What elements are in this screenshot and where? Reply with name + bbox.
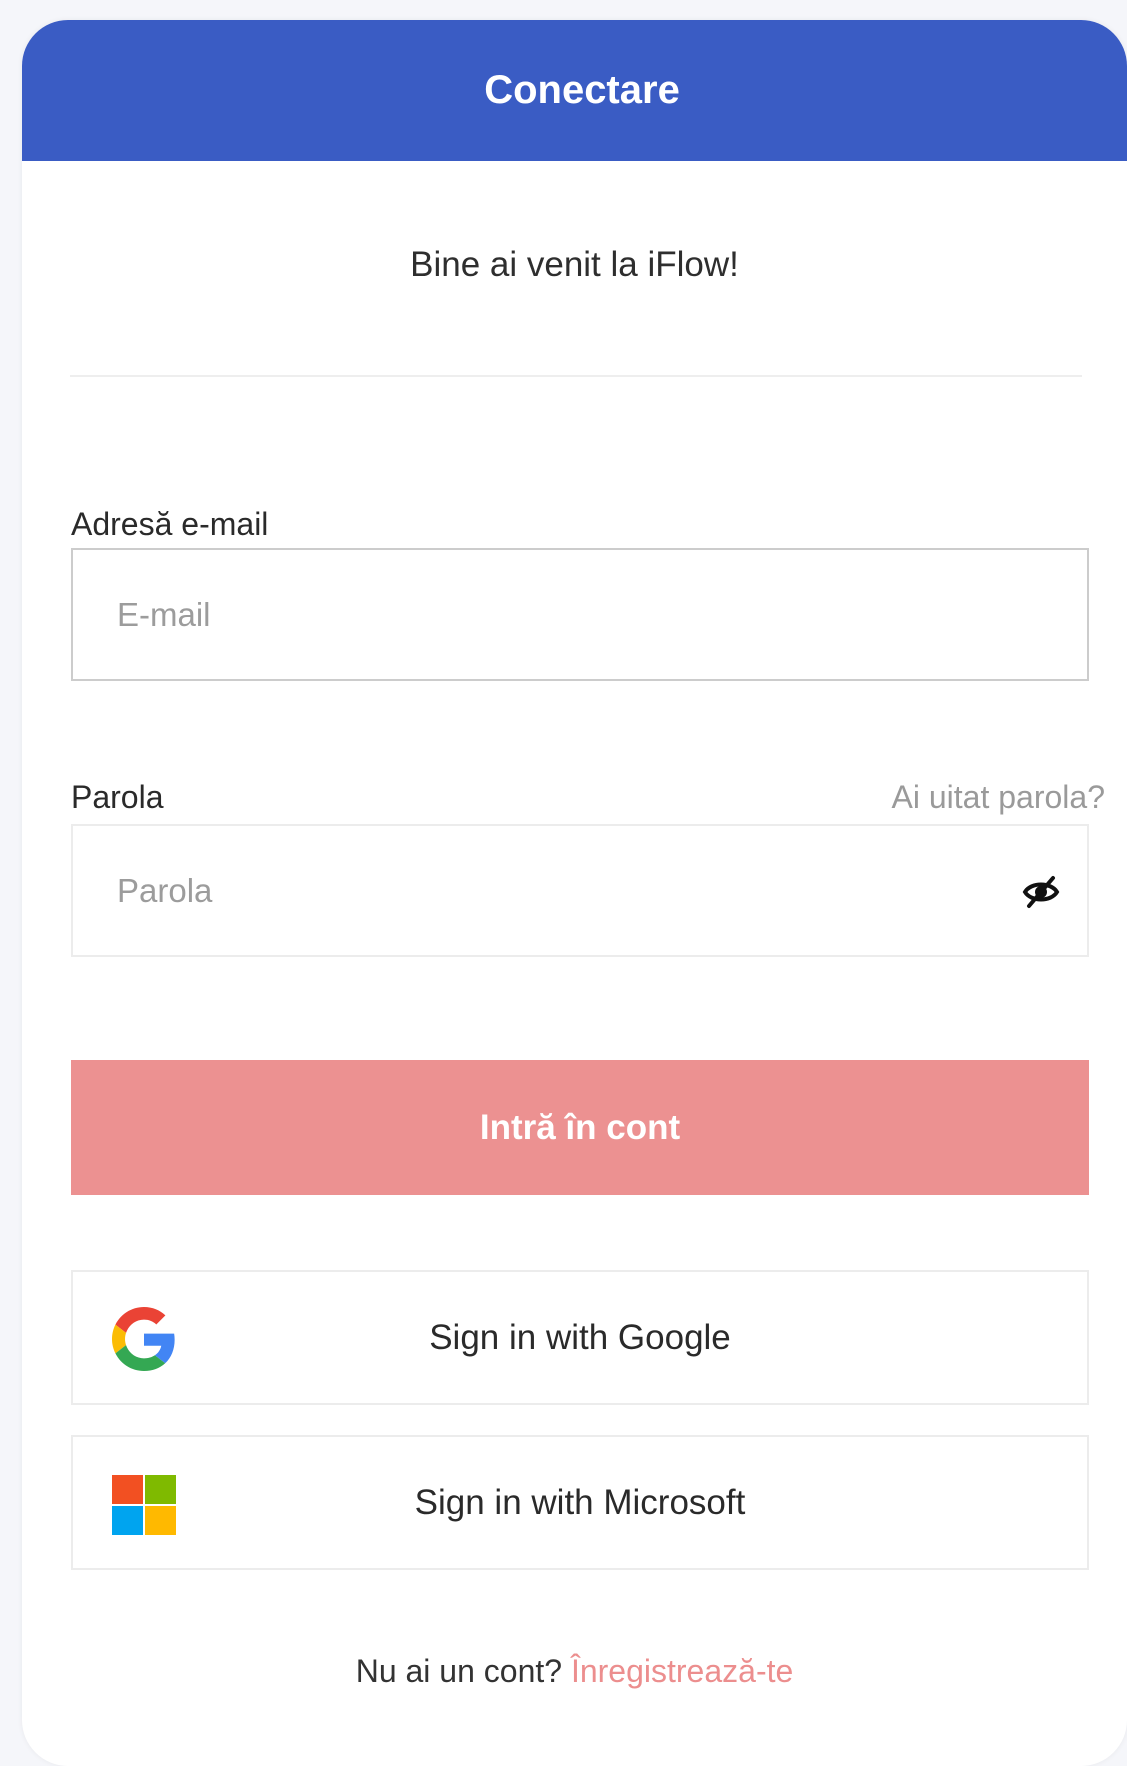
google-signin-label: Sign in with Google [429,1317,731,1357]
password-label: Parola [71,779,164,815]
email-field-container [71,548,1089,681]
register-prompt-text: Nu ai un cont? [355,1653,571,1689]
password-field[interactable] [73,826,1087,955]
email-field[interactable] [73,550,1087,679]
page-title: Conectare [484,68,680,112]
welcome-message: Bine ai venit la iFlow! [410,245,739,284]
password-field-container [71,824,1089,957]
register-prompt: Nu ai un cont? Înregistrează-te [22,1653,1127,1690]
microsoft-signin-button[interactable]: Sign in with Microsoft [71,1435,1089,1570]
microsoft-signin-label: Sign in with Microsoft [414,1482,746,1522]
divider [70,375,1082,377]
register-link[interactable]: Înregistrează-te [571,1653,793,1689]
google-signin-button[interactable]: Sign in with Google [71,1270,1089,1405]
forgot-password-link[interactable]: Ai uitat parola? [892,779,1105,816]
email-label: Adresă e-mail [71,506,269,542]
login-button[interactable]: Intră în cont [71,1060,1089,1195]
login-card: Conectare Bine ai venit la iFlow! Adresă… [22,20,1127,1766]
eye-slash-icon[interactable] [1021,874,1061,910]
header: Conectare [22,20,1127,161]
